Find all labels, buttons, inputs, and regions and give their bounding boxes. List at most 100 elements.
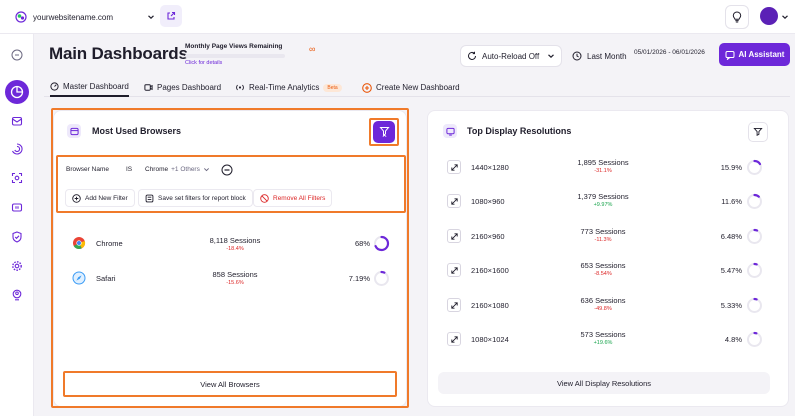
monthly-page-views: Monthly Page Views Remaining Click for d… bbox=[185, 43, 320, 66]
share-ring bbox=[746, 159, 763, 176]
sidebar-item-settings[interactable] bbox=[10, 259, 24, 273]
browser-card-icon bbox=[67, 124, 81, 138]
monthly-page-views-link[interactable]: Click for details bbox=[185, 60, 320, 66]
sidebar-item-dashboards[interactable] bbox=[5, 80, 29, 104]
view-all-resolutions-button[interactable]: View All Display Resolutions bbox=[438, 372, 770, 394]
tab-real-time-analytics[interactable]: Real-Time Analytics Beta bbox=[235, 78, 342, 97]
browser-percentage: 7.19% bbox=[348, 274, 370, 283]
safari-icon bbox=[72, 271, 86, 285]
video-icon bbox=[144, 84, 153, 91]
resolution-sessions: 773 Sessions -11.3% bbox=[580, 227, 626, 243]
beta-badge: Beta bbox=[323, 83, 342, 92]
monitor-icon bbox=[445, 127, 455, 136]
share-ring bbox=[373, 235, 390, 252]
open-site-button[interactable] bbox=[160, 5, 182, 27]
monthly-page-views-title: Monthly Page Views Remaining bbox=[185, 43, 283, 50]
tips-button[interactable] bbox=[725, 5, 749, 29]
add-filter-button[interactable]: Add New Filter bbox=[65, 189, 135, 207]
resolution-icon bbox=[447, 298, 461, 312]
expand-icon bbox=[450, 163, 458, 171]
share-ring bbox=[746, 228, 763, 245]
filter-icon bbox=[378, 127, 390, 137]
resolution-name: 1080×1024 bbox=[471, 335, 509, 344]
share-ring bbox=[746, 262, 763, 279]
site-selector[interactable]: yourwebsitename.com bbox=[15, 7, 155, 27]
filter-icon bbox=[753, 127, 763, 136]
sidebar-item-home[interactable] bbox=[10, 48, 24, 62]
gauge-icon bbox=[50, 82, 59, 91]
browsers-card-highlight bbox=[51, 108, 409, 408]
sidebar-item-account[interactable] bbox=[10, 288, 24, 302]
chevron-down-icon bbox=[548, 54, 554, 59]
resolution-card-icon bbox=[443, 124, 457, 138]
resolution-name: 2160×1600 bbox=[471, 266, 509, 275]
dashboard-tabs: Master Dashboard Pages Dashboard Real-Ti… bbox=[44, 78, 790, 97]
site-name: yourwebsitename.com bbox=[33, 12, 114, 22]
share-ring bbox=[746, 193, 763, 210]
resolution-icon bbox=[447, 263, 461, 277]
share-ring bbox=[373, 270, 390, 287]
expand-icon bbox=[450, 301, 458, 309]
resolutions-filter-button[interactable] bbox=[748, 122, 768, 142]
refresh-icon bbox=[468, 51, 476, 60]
chevron-down-icon bbox=[203, 168, 209, 172]
browser-percentage: 68% bbox=[354, 239, 370, 248]
resolution-sessions: 1,895 Sessions -31.1% bbox=[577, 158, 629, 174]
resolution-name: 2160×1080 bbox=[471, 301, 509, 310]
tab-master-dashboard[interactable]: Master Dashboard bbox=[50, 78, 129, 97]
sidebar-item-security[interactable] bbox=[10, 230, 24, 244]
sidebar-item-heatmaps[interactable] bbox=[10, 171, 24, 185]
resolution-sessions: 573 Sessions +19.6% bbox=[580, 330, 626, 346]
broadcast-icon bbox=[236, 84, 244, 91]
resolutions-card-title: Top Display Resolutions bbox=[467, 126, 572, 136]
filter-value-extra: +1 Others bbox=[171, 166, 200, 173]
ai-assistant-label: AI Assistant bbox=[738, 50, 785, 59]
resolution-sessions: 1,379 Sessions +9.97% bbox=[577, 192, 629, 208]
screen-icon bbox=[11, 203, 23, 212]
resolutions-card bbox=[427, 110, 789, 407]
sidebar-item-goals[interactable] bbox=[10, 142, 24, 156]
sidebar-item-recordings[interactable] bbox=[10, 201, 24, 215]
gear-icon bbox=[12, 261, 22, 271]
share-ring bbox=[746, 297, 763, 314]
sidebar-item-inbox[interactable] bbox=[10, 114, 24, 128]
spiral-icon bbox=[11, 143, 23, 155]
resolution-icon bbox=[447, 194, 461, 208]
auto-reload-dropdown[interactable]: Auto-Reload Off bbox=[460, 45, 562, 67]
resolution-icon bbox=[447, 332, 461, 346]
date-range[interactable]: 05/01/2026 - 06/01/2026 bbox=[634, 49, 705, 56]
filter-value: Chrome bbox=[145, 166, 169, 173]
ring-track bbox=[747, 332, 762, 347]
auto-reload-label: Auto-Reload Off bbox=[482, 51, 540, 61]
user-pin-icon bbox=[12, 289, 22, 301]
browsers-card-title: Most Used Browsers bbox=[92, 126, 182, 136]
resolution-percentage: 5.33% bbox=[720, 301, 742, 310]
filter-operator[interactable]: IS bbox=[126, 166, 132, 173]
external-link-icon bbox=[167, 11, 176, 20]
period-selector[interactable]: Last Month bbox=[572, 45, 627, 67]
resolution-percentage: 5.47% bbox=[720, 266, 742, 275]
resolution-icon bbox=[447, 229, 461, 243]
sidebar bbox=[0, 34, 34, 416]
chevron-down-icon[interactable] bbox=[781, 13, 789, 21]
filter-more-icon[interactable] bbox=[221, 164, 233, 176]
save-icon bbox=[145, 194, 154, 202]
avatar[interactable] bbox=[760, 7, 778, 25]
remove-filters-button[interactable]: Remove All Filters bbox=[253, 189, 333, 207]
window-icon bbox=[69, 127, 79, 135]
ring-track bbox=[747, 298, 762, 313]
clock-icon bbox=[572, 51, 582, 61]
browser-sessions: 8,118 Sessions -18.4% bbox=[209, 236, 261, 252]
tab-pages-dashboard[interactable]: Pages Dashboard bbox=[144, 78, 221, 97]
filter-button[interactable] bbox=[373, 121, 395, 143]
expand-icon bbox=[450, 335, 458, 343]
ring-track bbox=[747, 229, 762, 244]
filter-field[interactable]: Browser Name bbox=[66, 166, 109, 173]
save-filters-button[interactable]: Save set filters for report block bbox=[138, 189, 253, 207]
expand-icon bbox=[450, 197, 458, 205]
view-all-browsers-button[interactable]: View All Browsers bbox=[63, 371, 397, 397]
ai-assistant-button[interactable]: AI Assistant bbox=[719, 43, 790, 66]
filter-value-select[interactable]: Chrome +1 Others bbox=[145, 166, 210, 173]
mail-icon bbox=[11, 116, 23, 126]
tab-create-new-dashboard[interactable]: Create New Dashboard bbox=[362, 78, 460, 97]
